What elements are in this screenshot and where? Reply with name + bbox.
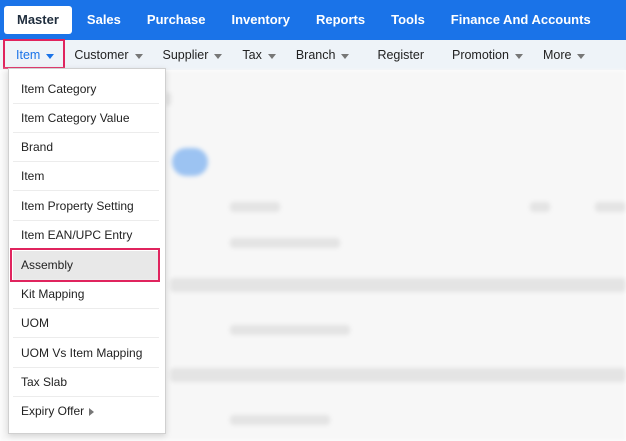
sub-nav-tax[interactable]: Tax (232, 40, 285, 70)
blurred-block (595, 202, 626, 212)
menu-item-item-category-value[interactable]: Item Category Value (13, 104, 159, 133)
menu-item-tax-slab[interactable]: Tax Slab (13, 368, 159, 397)
menu-item-uom-vs-item-mapping[interactable]: UOM Vs Item Mapping (13, 339, 159, 368)
sub-nav-more-label: More (542, 48, 572, 62)
blurred-block (230, 415, 330, 425)
top-nav-sales[interactable]: Sales (74, 6, 134, 34)
menu-item-expiry-offer-label: Expiry Offer (21, 404, 85, 418)
chevron-down-icon (341, 53, 350, 59)
sub-nav-customer[interactable]: Customer (64, 40, 152, 70)
blurred-block (170, 278, 626, 292)
sub-nav-branch[interactable]: Branch (286, 40, 360, 70)
top-nav-purchase[interactable]: Purchase (134, 6, 219, 34)
chevron-down-icon (577, 53, 586, 59)
chevron-right-icon (89, 407, 95, 416)
blurred-block (170, 368, 626, 382)
menu-item-kit-mapping[interactable]: Kit Mapping (13, 280, 159, 309)
assembly-highlight-box (10, 248, 160, 282)
sub-nav-tax-label: Tax (242, 48, 262, 62)
menu-item-item-ean-upc-entry[interactable]: Item EAN/UPC Entry (13, 221, 159, 250)
sub-nav-register-label: Register (377, 48, 424, 62)
blurred-block (172, 148, 208, 176)
top-nav-tools[interactable]: Tools (378, 6, 438, 34)
sub-nav-promotion-label: Promotion (451, 48, 509, 62)
top-nav-reports[interactable]: Reports (303, 6, 378, 34)
sub-navigation-bar: Item Customer Supplier Tax Branch Regist… (0, 40, 626, 70)
blurred-block (230, 325, 350, 335)
menu-item-item-category[interactable]: Item Category (13, 75, 159, 104)
chevron-down-icon (134, 53, 143, 59)
sub-nav-customer-label: Customer (74, 48, 129, 62)
sub-nav: Item Customer Supplier Tax Branch Regist… (6, 40, 595, 70)
menu-item-item-property-setting[interactable]: Item Property Setting (13, 192, 159, 221)
chevron-down-icon (514, 53, 523, 59)
sub-nav-register[interactable]: Register (359, 40, 442, 70)
top-navigation-bar: Master Sales Purchase Inventory Reports … (0, 0, 626, 40)
menu-item-item[interactable]: Item (13, 162, 159, 191)
top-nav-master[interactable]: Master (4, 6, 72, 34)
menu-item-uom[interactable]: UOM (13, 309, 159, 338)
sub-nav-promotion[interactable]: Promotion (442, 40, 533, 70)
blurred-block (530, 202, 550, 212)
menu-item-expiry-offer[interactable]: Expiry Offer (13, 397, 159, 426)
blurred-block (230, 238, 340, 248)
chevron-down-icon (214, 53, 223, 59)
menu-item-brand[interactable]: Brand (13, 133, 159, 162)
chevron-down-icon (267, 53, 276, 59)
sub-nav-branch-label: Branch (295, 48, 336, 62)
sub-nav-supplier-label: Supplier (162, 48, 209, 62)
top-nav: Master Sales Purchase Inventory Reports … (4, 6, 604, 34)
sub-nav-supplier[interactable]: Supplier (153, 40, 233, 70)
sub-nav-more[interactable]: More (533, 40, 595, 70)
blurred-block (230, 202, 280, 212)
top-nav-inventory[interactable]: Inventory (218, 6, 303, 34)
item-highlight-box (3, 39, 65, 69)
top-nav-finance-and-accounts[interactable]: Finance And Accounts (438, 6, 604, 34)
